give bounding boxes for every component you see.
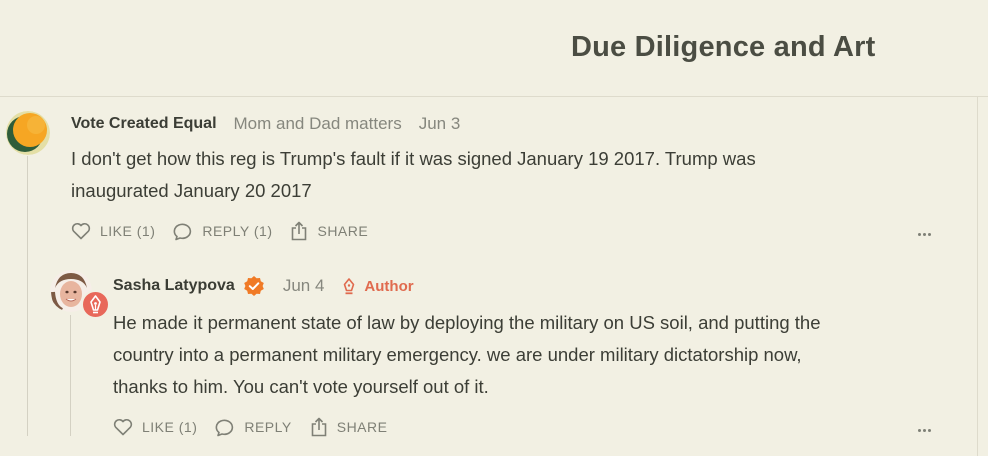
comment-body: He made it permanent state of law by dep… (113, 307, 821, 403)
reply-button[interactable]: REPLY (1) (173, 222, 272, 241)
share-label: SHARE (317, 223, 369, 239)
comment-body-line: thanks to him. You can't vote yourself o… (113, 376, 489, 397)
speech-bubble-icon (215, 419, 234, 436)
comment-actions: LIKE (1) REPLY (1) SHARE (71, 221, 386, 241)
share-button[interactable]: SHARE (290, 221, 368, 241)
share-icon (311, 417, 327, 437)
like-button[interactable]: LIKE (1) (71, 222, 155, 240)
more-options-icon[interactable] (918, 226, 936, 237)
right-divider (977, 97, 978, 456)
comment-body-line: He made it permanent state of law by dep… (113, 312, 821, 333)
comment-author[interactable]: Sasha Latypova (113, 277, 235, 295)
comment-body: I don't get how this reg is Trump's faul… (71, 143, 756, 207)
reply-label: REPLY (1) (202, 223, 273, 239)
reply-label: REPLY (244, 419, 292, 435)
comment-date[interactable]: Jun 4 (283, 276, 325, 296)
publication-header: Due Diligence and Art (0, 0, 988, 97)
share-button[interactable]: SHARE (310, 417, 388, 437)
pen-nib-icon (90, 295, 101, 314)
author-badge-label: Author (364, 277, 414, 295)
more-options-icon[interactable] (918, 422, 936, 433)
verified-check-icon (243, 275, 265, 297)
comment-body-line: country into a permanent military emerge… (113, 344, 802, 365)
avatar-graphic (6, 111, 50, 155)
comment-meta: Sasha Latypova Jun 4 Author (113, 275, 414, 297)
share-icon (292, 221, 307, 241)
comment-date[interactable]: Jun 3 (419, 114, 461, 134)
comment-author[interactable]: Vote Created Equal (71, 115, 217, 133)
heart-icon (71, 222, 91, 240)
pen-nib-icon (344, 278, 355, 295)
commenter-avatar[interactable] (6, 111, 50, 155)
reply-button[interactable]: REPLY (215, 418, 291, 437)
like-button[interactable]: LIKE (1) (113, 418, 197, 436)
publication-title[interactable]: Due Diligence and Art (571, 31, 875, 64)
thread-line[interactable] (27, 156, 28, 436)
comment-meta: Vote Created Equal Mom and Dad matters J… (71, 114, 460, 134)
thread-line[interactable] (70, 315, 71, 436)
heart-icon (113, 418, 133, 436)
author-badge: Author (342, 277, 414, 295)
like-label: LIKE (1) (142, 419, 198, 435)
comment-body-line: I don't get how this reg is Trump's faul… (71, 148, 756, 169)
like-label: LIKE (1) (100, 223, 156, 239)
speech-bubble-icon (173, 223, 192, 240)
author-subtitle[interactable]: Mom and Dad matters (234, 114, 402, 134)
comment-body-line: inaugurated January 20 2017 (71, 180, 312, 201)
comment-actions: LIKE (1) REPLY SHARE (113, 417, 405, 437)
author-pen-badge (81, 290, 110, 319)
share-label: SHARE (336, 419, 388, 435)
